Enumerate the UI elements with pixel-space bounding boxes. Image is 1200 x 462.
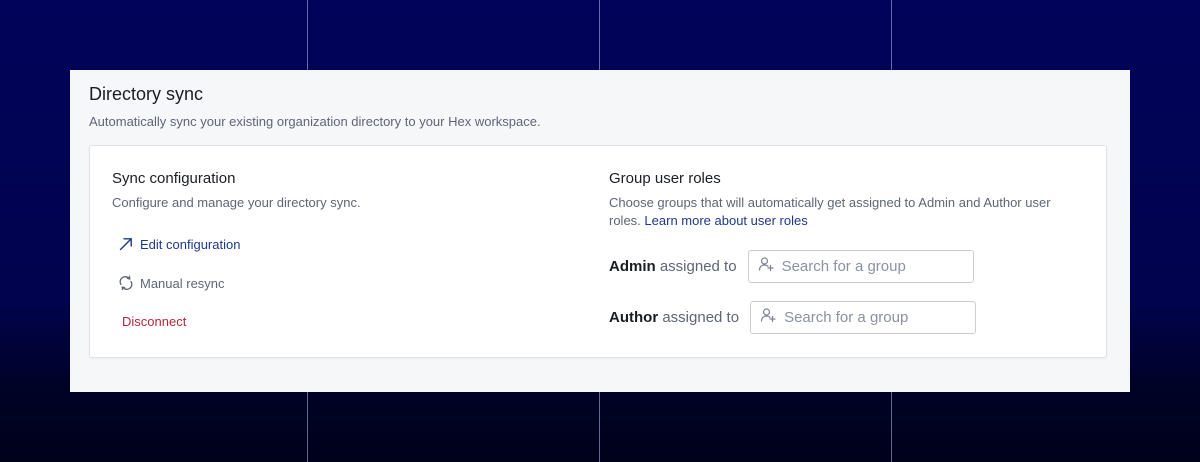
author-role-name: Author — [609, 309, 659, 326]
author-role-suffix: assigned to — [662, 309, 740, 326]
settings-card: Sync configuration Configure and manage … — [89, 145, 1107, 358]
admin-role-row: Admin assigned to — [609, 250, 974, 283]
admin-group-search-input[interactable] — [781, 258, 962, 275]
edit-configuration-label: Edit configuration — [140, 236, 241, 252]
add-user-icon — [760, 307, 776, 328]
author-group-search[interactable] — [750, 301, 977, 334]
disconnect-button[interactable]: Disconnect — [122, 314, 186, 329]
add-user-icon — [758, 256, 774, 277]
sync-configuration-title: Sync configuration — [112, 170, 236, 187]
admin-role-suffix: assigned to — [659, 258, 737, 275]
author-role-label: Author assigned to — [609, 309, 739, 326]
edit-configuration-button[interactable]: Edit configuration — [118, 236, 240, 252]
group-user-roles-description: Choose groups that will automatically ge… — [609, 194, 1069, 230]
refresh-icon — [118, 275, 134, 291]
learn-more-link[interactable]: Learn more about user roles — [644, 213, 807, 228]
admin-role-name: Admin — [609, 258, 656, 275]
sync-configuration-description: Configure and manage your directory sync… — [112, 195, 361, 210]
group-user-roles-title: Group user roles — [609, 170, 721, 187]
panel-subtitle: Automatically sync your existing organiz… — [89, 114, 541, 129]
author-group-search-input[interactable] — [784, 309, 965, 326]
admin-group-search[interactable] — [747, 250, 974, 283]
manual-resync-label: Manual resync — [140, 275, 225, 291]
author-role-row: Author assigned to — [609, 301, 977, 334]
panel-title: Directory sync — [89, 84, 204, 104]
admin-role-label: Admin assigned to — [609, 258, 737, 275]
directory-sync-panel: Directory sync Automatically sync your e… — [70, 70, 1130, 392]
manual-resync-button[interactable]: Manual resync — [118, 275, 225, 291]
arrow-up-right-icon — [118, 236, 134, 252]
